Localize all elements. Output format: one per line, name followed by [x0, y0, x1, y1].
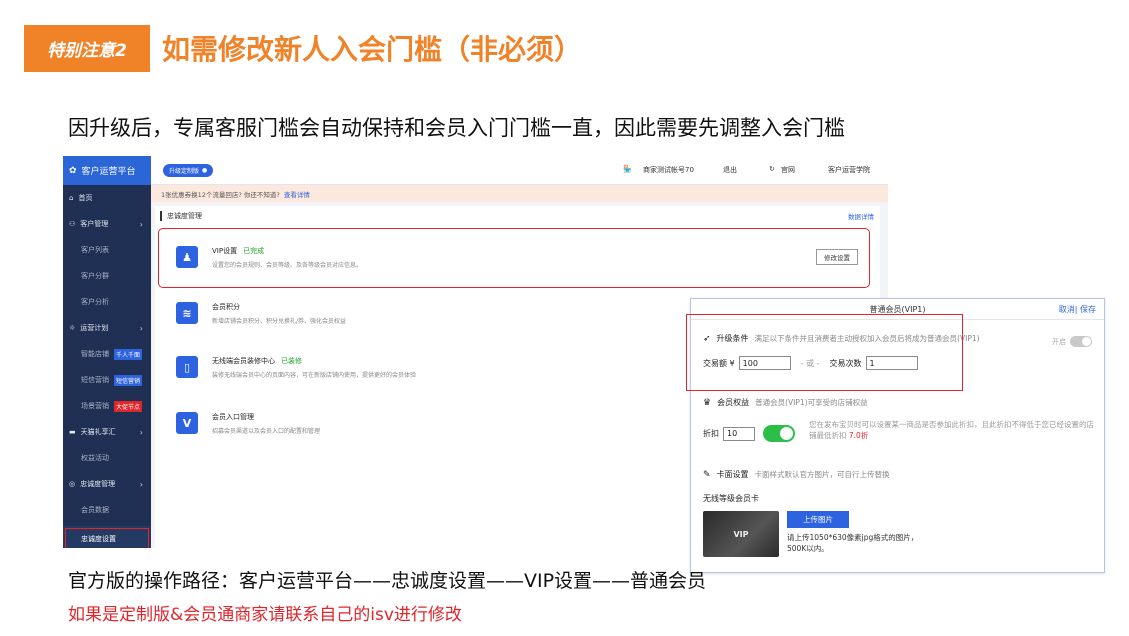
discount-label: 折扣 — [703, 429, 719, 438]
discount-toggle-on[interactable] — [763, 425, 795, 442]
sidebar-item-benefit-events[interactable]: 权益活动 — [63, 445, 151, 471]
card-settings-section: ✎ 卡面设置 卡面样式默认官方图片，可自行上传替换 — [703, 469, 890, 480]
card-desc: 新增店铺会员积分、积分兑换礼/券、强化会员权益 — [212, 317, 347, 325]
upload-note: 请上传1050*630像素jpg格式的图片，500K以内。 — [787, 533, 919, 553]
toggle-switch-off[interactable] — [1070, 336, 1092, 347]
logo-icon: ✿ — [69, 165, 77, 176]
sidebar-badge: 千人千面 — [114, 348, 143, 360]
sidebar-item-loyalty-settings[interactable]: 忠诚度设置 — [63, 526, 151, 548]
sidebar-item-tmall-gift[interactable]: ▬ 天猫礼享汇 › — [63, 419, 151, 445]
sidebar-item-label: 忠诚度设置 — [81, 535, 116, 543]
sidebar-item-label: 天猫礼享汇 — [80, 428, 116, 436]
sidebar-item-member-data[interactable]: 会员数据 — [63, 497, 151, 523]
member-benefits-section: ♛ 会员权益 普通会员(VIP1)可享受的店铺权益 — [703, 397, 868, 408]
logout-link[interactable]: 退出 — [723, 165, 737, 175]
top-bar: 升级定制版 ● 🏪 商家测试帐号70 退出 ↻ 官网 客户运营学院 — [151, 156, 888, 185]
sidebar-item-customer-list[interactable]: 客户列表 — [63, 237, 151, 263]
card-title: 会员积分 — [212, 302, 240, 311]
discount-note: 您在发布宝贝时可以设置某一商品是否参加此折扣，且此折扣不得低于您已经设置的店铺最… — [809, 419, 1094, 441]
target-icon: ◎ — [69, 480, 76, 488]
notice-text: 1张优惠券换12个流量回店? 你还不知道? — [161, 190, 280, 199]
card-title: 无线端会员装修中心 — [212, 356, 275, 365]
sidebar-item-label: 客户分析 — [81, 298, 109, 306]
sidebar-item-customer-mgmt[interactable]: ⚇ 客户管理 › — [63, 211, 151, 237]
status-badge: 已装修 — [281, 356, 302, 365]
brand-label: 客户运营平台 — [81, 167, 136, 177]
sidebar-item-label: 会员数据 — [81, 506, 109, 514]
member-card-image: VIP — [703, 511, 779, 557]
sidebar-item-loyalty-mgmt[interactable]: ◎ 忠诚度管理 › — [63, 471, 151, 497]
chevron-right-icon: › — [139, 323, 143, 333]
account-name[interactable]: 商家测试帐号70 — [643, 165, 694, 175]
sidebar-item-customer-analysis[interactable]: 客户分析 — [63, 289, 151, 315]
section-hint: 普通会员(VIP1)可享受的店铺权益 — [755, 398, 868, 407]
notice-link[interactable]: 查看详情 — [284, 189, 310, 199]
info-icon: ● — [202, 167, 208, 174]
refresh-icon: ↻ — [769, 165, 775, 173]
notice-bar: 1张优惠券换12个流量回店? 你还不知道? 查看详情 — [151, 185, 888, 202]
coins-icon: ≋ — [176, 302, 198, 324]
upgrade-label: 升级定制版 — [169, 168, 200, 175]
section-hint: 卡面样式默认官方图片，可自行上传替换 — [754, 470, 890, 479]
section-label: 会员权益 — [717, 398, 750, 407]
upgrade-button[interactable]: 升级定制版 ● — [163, 164, 214, 177]
sidebar-badge: 大促节点 — [114, 400, 143, 412]
home-icon: ⌂ — [69, 194, 74, 202]
gift-icon: ▬ — [69, 428, 76, 436]
sidebar-item-label: 客户分群 — [81, 272, 109, 280]
official-site-link[interactable]: 官网 — [781, 165, 795, 175]
data-details-link[interactable]: 数据详情 — [848, 211, 874, 221]
card-desc: 装修无线端会员中心的页面内容，可在新版店铺内使用，提供更好的会员体验 — [212, 371, 417, 379]
chevron-right-icon: › — [139, 479, 143, 489]
sidebar-item-customer-groups[interactable]: 客户分群 — [63, 263, 151, 289]
users-icon: ⚇ — [69, 220, 76, 228]
sidebar-brand[interactable]: ✿ 客户运营平台 — [63, 156, 151, 185]
slide-title: 如需修改新人入会门槛（非必须） — [162, 33, 583, 66]
sidebar-item-scene-marketing[interactable]: 场景营销 大促节点 — [63, 393, 151, 419]
sidebar-item-label: 权益活动 — [81, 454, 109, 462]
sidebar-item-label: 运营计划 — [80, 324, 109, 332]
card-subtitle: 无线等级会员卡 — [703, 494, 759, 503]
sidebar-item-label: 忠诚度管理 — [80, 480, 116, 488]
operation-path: 官方版的操作路径：客户运营平台——忠诚度设置——VIP设置——普通会员 — [68, 570, 707, 592]
sidebar-item-label: 客户列表 — [81, 246, 109, 254]
sidebar-item-label: 首页 — [78, 194, 93, 202]
card-title: 会员入口管理 — [212, 412, 254, 421]
discount-input[interactable]: 10 — [723, 426, 755, 441]
sidebar-item-label: 短信营销 — [81, 376, 109, 384]
sidebar-item-sms-marketing[interactable]: 短信营销 短信营销 — [63, 367, 151, 393]
sidebar: ✿ 客户运营平台 ⌂ 首页 ⚇ 客户管理 › 客户列表 客户分群 客户分析 ☼ 运营计划… — [63, 156, 151, 548]
sidebar-item-smart-store[interactable]: 智能店铺 千人千面 — [63, 341, 151, 367]
bulb-icon: ☼ — [69, 324, 76, 332]
phone-icon: ▯ — [176, 356, 198, 378]
sidebar-badge: 短信营销 — [114, 374, 143, 386]
palette-icon: ✎ — [703, 469, 711, 480]
academy-link[interactable]: 客户运营学院 — [828, 165, 870, 175]
sidebar-item-label: 场景营销 — [81, 402, 109, 410]
shop-icon: 🏪 — [623, 165, 632, 173]
highlight-upgrade-condition — [686, 314, 963, 391]
upload-image-button[interactable]: 上传图片 — [787, 511, 849, 528]
section-label: 卡面设置 — [716, 470, 749, 479]
highlight-vip-settings — [158, 228, 870, 288]
min-discount-value: 7.0折 — [848, 431, 869, 440]
chevron-right-icon: › — [139, 427, 143, 437]
custom-version-note: 如果是定制版&会员通商家请联系自己的isv进行修改 — [68, 605, 462, 625]
discount-row: 折扣 10 — [703, 425, 795, 442]
sidebar-item-home[interactable]: ⌂ 首页 — [63, 185, 151, 211]
sidebar-item-ops-plan[interactable]: ☼ 运营计划 › — [63, 315, 151, 341]
panel-heading: 忠诚度管理 — [160, 211, 202, 221]
crown-icon: ♛ — [703, 397, 712, 408]
v-entry-icon: V — [176, 412, 198, 434]
card-desc: 招募会员渠道以及会员入口的配置和管理 — [212, 427, 321, 435]
sidebar-item-label: 客户管理 — [80, 220, 109, 228]
intro-text: 因升级后，专属客服门槛会自动保持和会员入门门槛一直，因此需要先调整入会门槛 — [68, 116, 845, 140]
chevron-right-icon: › — [139, 219, 143, 229]
enable-toggle[interactable]: 开启 — [1052, 336, 1092, 347]
toggle-label: 开启 — [1052, 337, 1066, 346]
sidebar-item-label: 智能店铺 — [81, 350, 109, 358]
cancel-save-actions[interactable]: 取消| 保存 — [1059, 304, 1096, 315]
special-note-tag: 特别注意2 — [24, 25, 150, 72]
